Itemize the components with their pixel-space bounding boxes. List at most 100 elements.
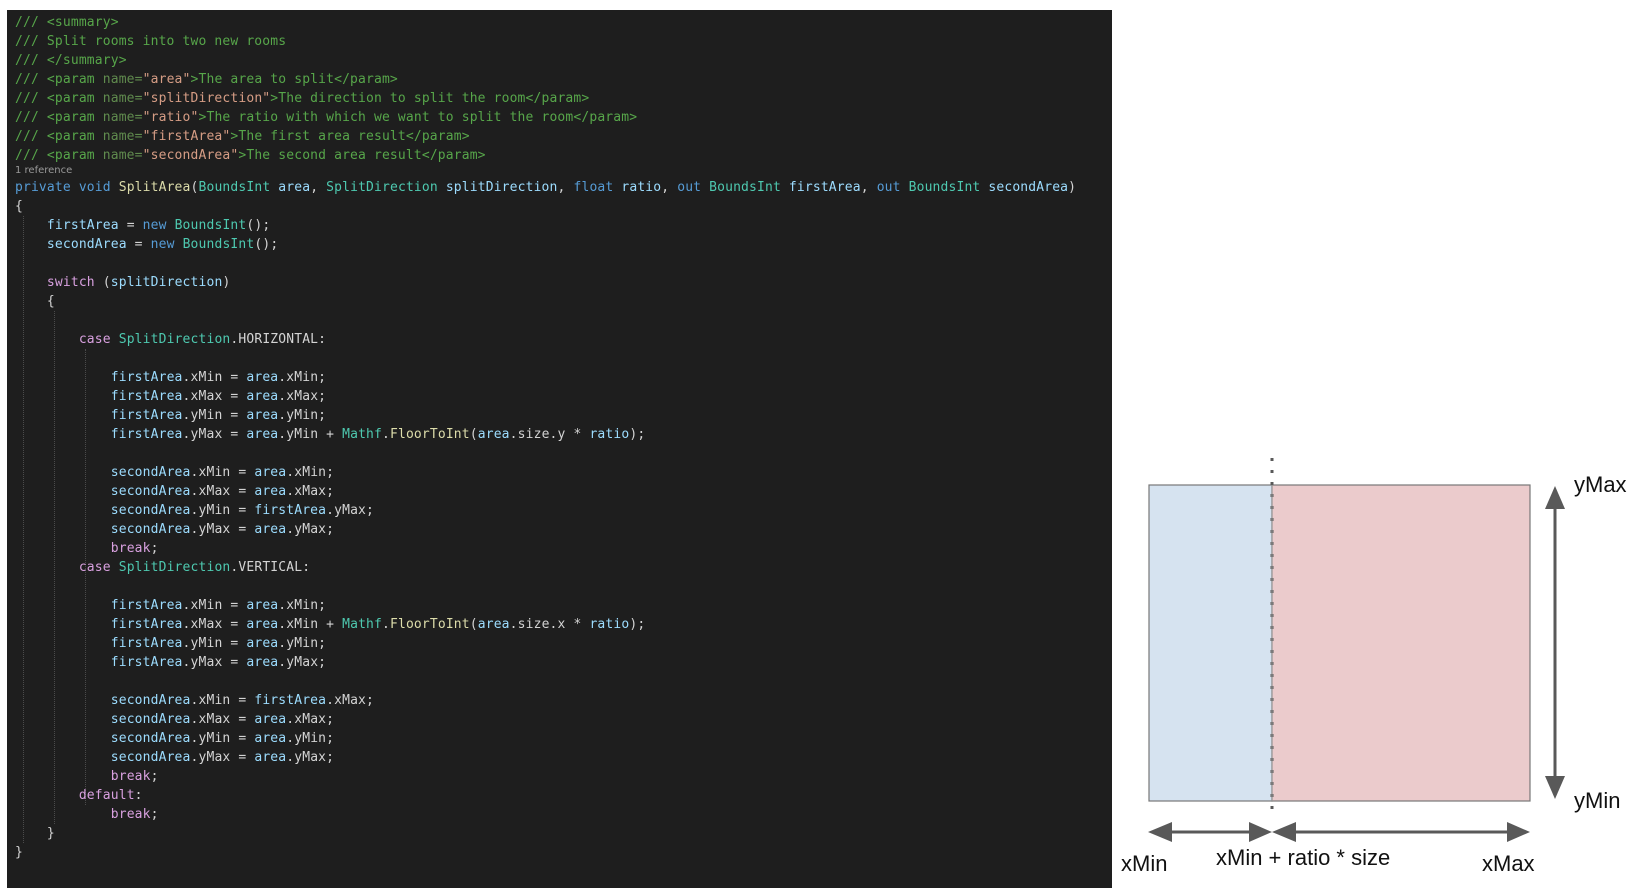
code-token: new: [142, 218, 175, 233]
x-min-arrow: [1148, 822, 1272, 842]
code-token: ratio: [589, 427, 630, 442]
codelens-reference[interactable]: 1 reference: [15, 164, 72, 177]
code-token: area: [246, 408, 279, 423]
code-token: secondArea: [110, 693, 191, 708]
code-token: .xMax =: [182, 617, 247, 632]
code-token: case: [78, 560, 119, 575]
code-line: firstArea.yMax = area.yMin + Mathf.Floor…: [15, 425, 645, 444]
code-token: /// <param: [15, 72, 103, 87]
code-line: }: [15, 843, 23, 862]
code-line: default:: [15, 786, 143, 805]
code-token: BoundsInt: [908, 180, 989, 195]
code-token: .xMin =: [190, 693, 255, 708]
code-token: (: [469, 427, 478, 442]
code-token: /// <param: [15, 110, 103, 125]
code-token: name=: [102, 148, 143, 163]
code-token: .size.x *: [509, 617, 590, 632]
code-line: private void SplitArea(BoundsInt area, S…: [15, 178, 1076, 197]
code-token: .yMax =: [190, 750, 255, 765]
code-token: area: [254, 465, 287, 480]
code-token: .yMax;: [286, 750, 335, 765]
code-token: BoundsInt: [198, 180, 279, 195]
code-line: }: [15, 824, 55, 843]
code-token: .xMin =: [190, 465, 255, 480]
code-token: out: [876, 180, 909, 195]
code-token: SplitArea: [118, 180, 191, 195]
code-token: .xMax;: [286, 484, 335, 499]
code-token: Mathf: [342, 427, 382, 442]
code-token: .yMax;: [286, 522, 335, 537]
code-token: .yMax =: [182, 427, 247, 442]
code-token: ();: [254, 237, 279, 252]
code-token: .xMin =: [182, 370, 247, 385]
code-token: /// Split rooms into two new rooms: [15, 34, 287, 49]
code-token: :: [134, 788, 143, 803]
code-token: firstArea: [110, 389, 183, 404]
code-token: .xMin =: [182, 598, 247, 613]
code-token: SplitDirection: [118, 332, 231, 347]
split-position-label: xMin + ratio * size: [1216, 845, 1390, 870]
code-token: (: [469, 617, 478, 632]
code-token: .xMax =: [182, 389, 247, 404]
code-token: FloorToInt: [389, 617, 470, 632]
code-token: Mathf: [342, 617, 382, 632]
code-token: BoundsInt: [174, 218, 247, 233]
code-token: area: [246, 598, 279, 613]
code-line: /// <summary>: [15, 13, 119, 32]
code-line: /// <param name="ratio">The ratio with w…: [15, 108, 637, 127]
code-token: area: [278, 180, 311, 195]
code-editor[interactable]: /// <summary> /// Split rooms into two ne…: [7, 10, 1112, 888]
code-token: );: [629, 427, 646, 442]
code-token: firstArea: [110, 598, 183, 613]
code-line: secondArea.yMax = area.yMax;: [15, 748, 334, 767]
second-area-rect: [1271, 484, 1531, 802]
code-token: .xMax;: [278, 389, 327, 404]
code-token: .xMax;: [326, 693, 375, 708]
code-token: {: [15, 294, 55, 309]
code-line: firstArea.xMin = area.xMin;: [15, 596, 326, 615]
code-token: ,: [557, 180, 574, 195]
code-token: switch: [46, 275, 103, 290]
code-token: .xMax;: [286, 712, 335, 727]
code-line: {: [15, 292, 55, 311]
code-token: name=: [102, 72, 143, 87]
code-line: firstArea.xMin = area.xMin;: [15, 368, 326, 387]
code-lines: /// <summary> /// Split rooms into two ne…: [7, 10, 1112, 888]
code-token: void: [78, 180, 119, 195]
code-line: switch (splitDirection): [15, 273, 230, 292]
code-line: secondArea.yMin = area.yMin;: [15, 729, 334, 748]
code-token: secondArea: [110, 484, 191, 499]
code-line: case SplitDirection.HORIZONTAL:: [15, 330, 326, 349]
code-token: firstArea: [110, 408, 183, 423]
code-line: secondArea.xMax = area.xMax;: [15, 710, 334, 729]
code-token: name=: [102, 129, 143, 144]
code-token: .HORIZONTAL:: [230, 332, 327, 347]
code-token: .yMin =: [190, 503, 255, 518]
code-token: area: [246, 655, 279, 670]
code-line: break;: [15, 767, 159, 786]
code-token: .yMax;: [326, 503, 375, 518]
code-token: SplitDirection: [118, 560, 231, 575]
code-line: /// <param name="area">The area to split…: [15, 70, 398, 89]
code-token: secondArea: [110, 750, 191, 765]
code-token: area: [254, 522, 287, 537]
code-line: secondArea.xMax = area.xMax;: [15, 482, 334, 501]
code-line: break;: [15, 805, 159, 824]
code-token: break: [110, 541, 151, 556]
code-line: firstArea.xMax = area.xMax;: [15, 387, 326, 406]
code-token: firstArea: [110, 636, 183, 651]
code-token: .xMin;: [278, 370, 327, 385]
code-token: .size.y *: [509, 427, 590, 442]
code-line: /// <param name="secondArea">The second …: [15, 146, 486, 165]
